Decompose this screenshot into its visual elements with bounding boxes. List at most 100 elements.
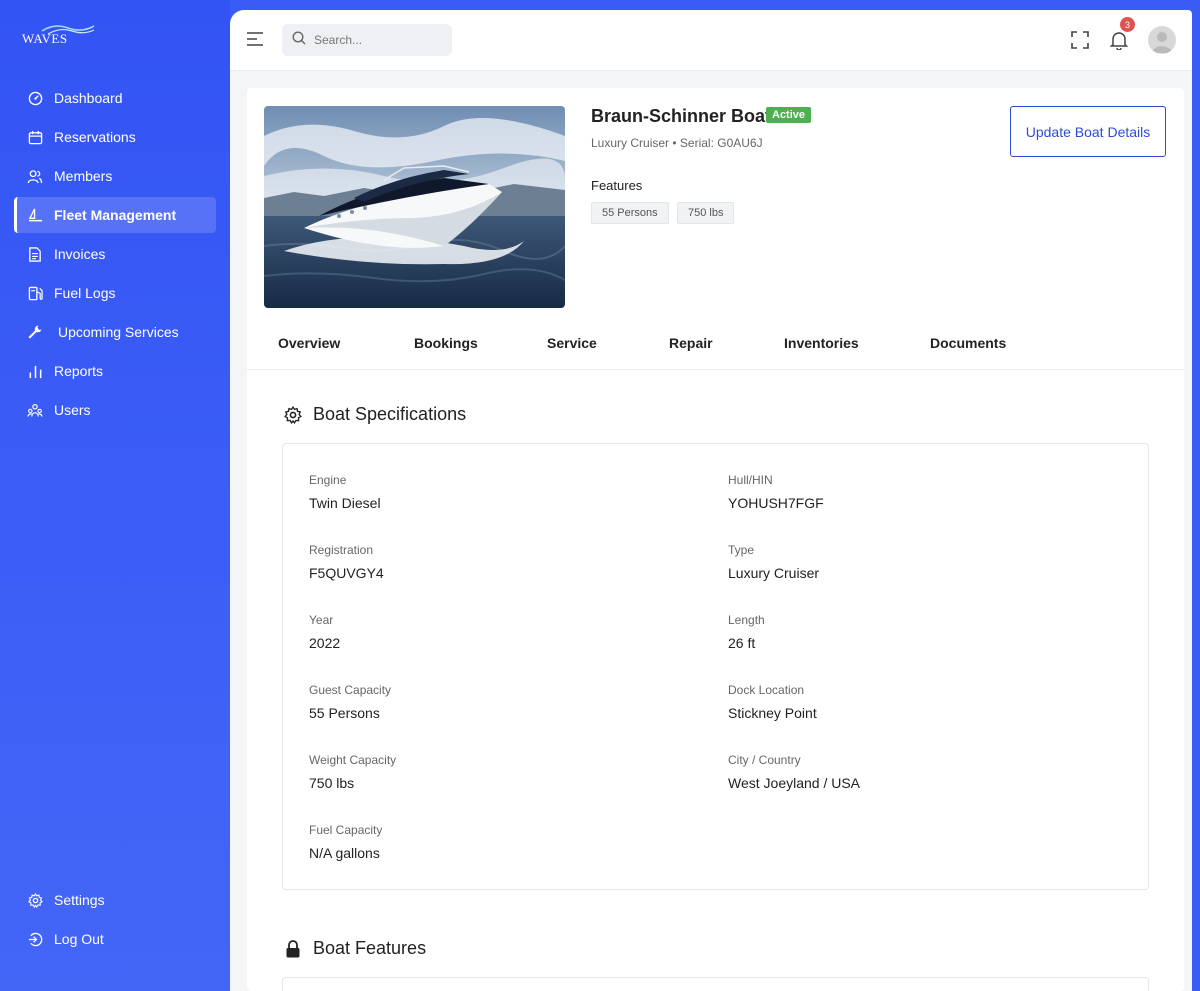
sailboat-icon — [26, 206, 44, 224]
tab-inventories[interactable]: Inventories — [784, 335, 859, 351]
spec-value: Twin Diesel — [309, 495, 381, 511]
spec-weight-capacity: Weight Capacity 750 lbs — [309, 753, 396, 791]
fullscreen-icon[interactable] — [1068, 28, 1092, 52]
sidebar-bottom-nav: Settings Log Out — [14, 882, 216, 960]
tab-service[interactable]: Service — [547, 335, 597, 351]
spec-value: N/A gallons — [309, 845, 380, 861]
spec-value: West Joeyland / USA — [728, 775, 861, 791]
menu-toggle-icon[interactable] — [246, 30, 266, 50]
sidebar-item-label: Reservations — [54, 129, 136, 145]
spec-label: Registration — [309, 543, 374, 557]
spec-label: Year — [309, 613, 334, 627]
sidebar-item-label: Settings — [54, 892, 105, 908]
boat-name: Braun-Schinner Boat — [591, 106, 772, 126]
specifications-panel: Engine Twin Diesel Registration F5QUVGY4… — [282, 443, 1149, 890]
spec-guest-capacity: Guest Capacity 55 Persons — [309, 683, 391, 721]
sidebar-item-label: Fuel Logs — [54, 285, 116, 301]
spec-value: Luxury Cruiser — [728, 565, 820, 581]
calendar-icon — [26, 128, 44, 146]
spec-value: F5QUVGY4 — [309, 565, 384, 581]
sidebar-item-label: Log Out — [54, 931, 104, 947]
sidebar-item-reports[interactable]: Reports — [14, 353, 216, 389]
spec-label: Weight Capacity — [309, 753, 397, 767]
sidebar-item-members[interactable]: Members — [14, 158, 216, 194]
waves-logo[interactable]: WAVES — [22, 22, 102, 50]
sidebar-item-invoices[interactable]: Invoices — [14, 236, 216, 272]
spec-length: Length 26 ft — [728, 613, 765, 651]
boat-subtitle: Luxury Cruiser • Serial: G0AU6J — [591, 136, 763, 150]
sidebar-item-log-out[interactable]: Log Out — [14, 921, 216, 957]
spec-label: Fuel Capacity — [309, 823, 383, 837]
sidebar-item-label: Members — [54, 168, 113, 184]
sidebar-item-label: Dashboard — [54, 90, 123, 106]
tab-repair[interactable]: Repair — [669, 335, 713, 351]
sidebar-item-label: Fleet Management — [54, 207, 177, 223]
spec-value: Stickney Point — [728, 705, 817, 721]
tab-documents[interactable]: Documents — [930, 335, 1006, 351]
sidebar-item-label: Reports — [54, 363, 104, 379]
spec-label: Dock Location — [728, 683, 805, 697]
avatar[interactable] — [1148, 26, 1176, 54]
boat-specifications-heading: Boat Specifications — [283, 404, 466, 425]
sidebar-item-users[interactable]: Users — [14, 392, 216, 428]
search-input[interactable] — [314, 33, 444, 47]
notification-count-badge: 3 — [1120, 17, 1135, 32]
boat-image — [264, 106, 565, 308]
features-label: Features — [591, 178, 643, 193]
spec-value: YOHUSH7FGF — [728, 495, 824, 511]
spec-label: Type — [728, 543, 755, 557]
section-title-text: Boat Features — [313, 938, 427, 958]
spec-engine: Engine Twin Diesel — [309, 473, 381, 511]
members-icon — [26, 167, 44, 185]
spec-value: 55 Persons — [309, 705, 380, 721]
spec-registration: Registration F5QUVGY4 — [309, 543, 384, 581]
spec-value: 26 ft — [728, 635, 756, 651]
search-bar — [282, 24, 452, 56]
spec-year: Year 2022 — [309, 613, 340, 651]
wrench-icon — [26, 323, 44, 341]
dashboard-icon — [26, 89, 44, 107]
sidebar-item-label: Invoices — [54, 246, 106, 262]
spec-hull-hin: Hull/HIN YOHUSH7FGF — [728, 473, 824, 511]
sidebar-item-settings[interactable]: Settings — [14, 882, 216, 918]
status-badge: Active — [766, 107, 812, 123]
topbar: 3 — [230, 10, 1192, 71]
lock-icon — [283, 939, 303, 959]
tab-bookings[interactable]: Bookings — [414, 335, 478, 351]
spec-label: Length — [728, 613, 765, 627]
logout-icon — [26, 930, 44, 948]
users-icon — [26, 401, 44, 419]
sidebar-item-reservations[interactable]: Reservations — [14, 119, 216, 155]
spec-label: Hull/HIN — [728, 473, 773, 487]
tab-overview[interactable]: Overview — [278, 335, 340, 351]
spec-type: Type Luxury Cruiser — [728, 543, 819, 581]
feature-chip-weight: 750 lbs — [677, 202, 735, 224]
spec-label: City / Country — [728, 753, 801, 767]
sidebar-item-dashboard[interactable]: Dashboard — [14, 80, 216, 116]
spec-city-country: City / Country West Joeyland / USA — [728, 753, 860, 791]
section-title-text: Boat Specifications — [313, 404, 467, 424]
sidebar-item-label: Users — [54, 402, 91, 418]
spec-label: Guest Capacity — [309, 683, 392, 697]
search-icon — [292, 30, 306, 50]
sidebar-nav: Dashboard Reservations Members Fleet Man… — [14, 80, 216, 431]
boat-features-heading: Boat Features — [283, 938, 426, 959]
boat-detail-card: Braun-Schinner Boat Active Luxury Cruise… — [247, 88, 1184, 991]
features-panel — [282, 977, 1149, 991]
sidebar-item-fuel-logs[interactable]: Fuel Logs — [14, 275, 216, 311]
fuel-icon — [26, 284, 44, 302]
gear-icon — [26, 891, 44, 909]
spec-dock-location: Dock Location Stickney Point — [728, 683, 817, 721]
logo-text: WAVES — [22, 31, 68, 46]
update-boat-details-button[interactable]: Update Boat Details — [1010, 106, 1166, 157]
user-avatar-icon — [1152, 32, 1172, 53]
spec-fuel-capacity: Fuel Capacity N/A gallons — [309, 823, 382, 861]
gear-icon — [283, 405, 303, 425]
spec-value: 2022 — [309, 635, 341, 651]
boat-tabs: Overview Bookings Service Repair Invento… — [247, 325, 1184, 370]
sidebar-item-upcoming-services[interactable]: Upcoming Services — [14, 314, 216, 350]
feature-chip-persons: 55 Persons — [591, 202, 669, 224]
spec-value: 750 lbs — [309, 775, 355, 791]
sidebar-item-label: Upcoming Services — [58, 324, 179, 340]
sidebar-item-fleet-management[interactable]: Fleet Management — [14, 197, 216, 233]
